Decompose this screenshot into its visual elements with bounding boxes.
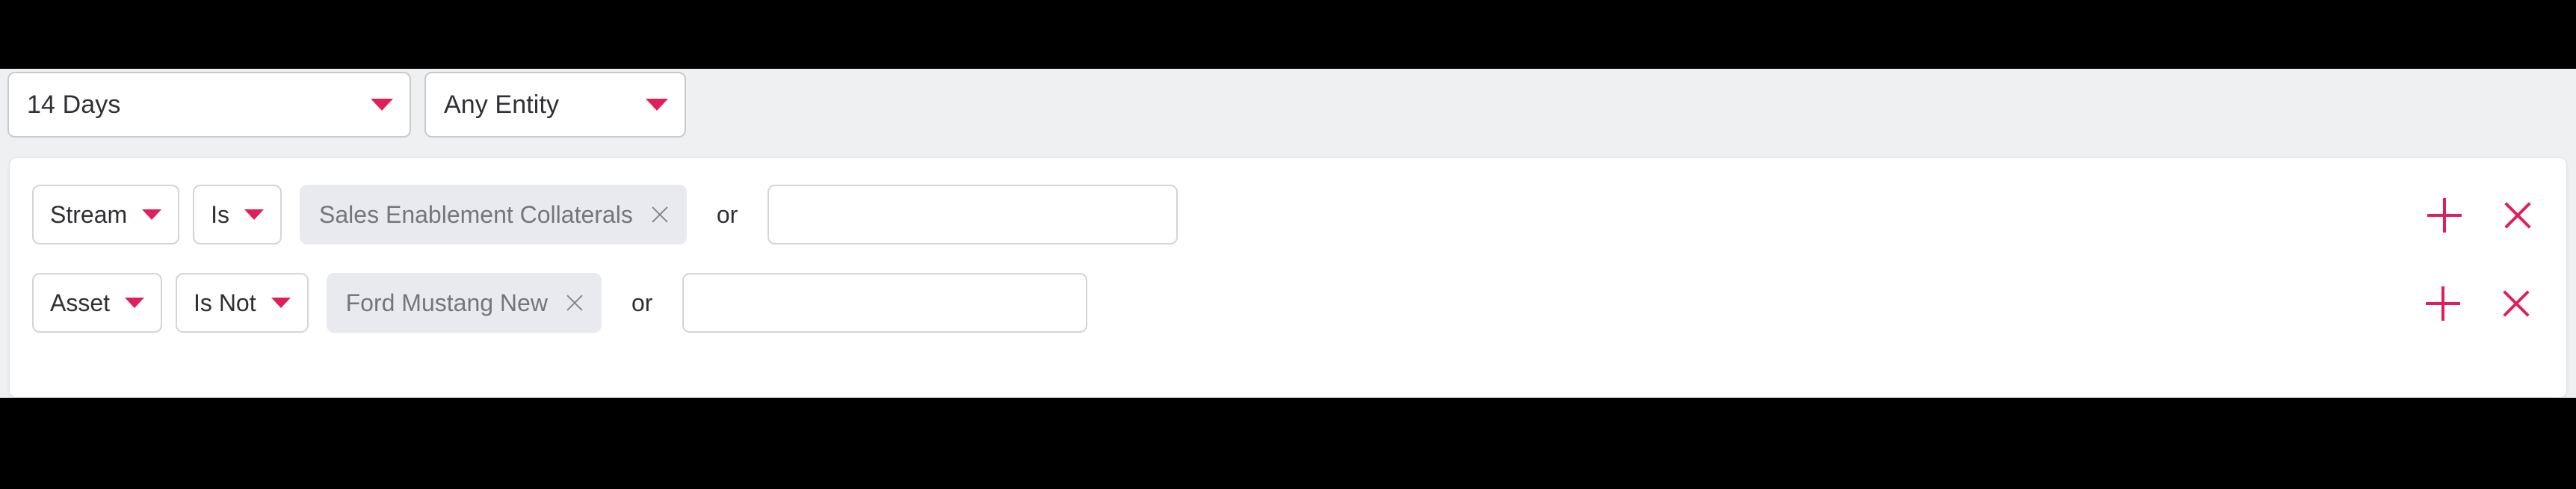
filter-operator-label: Is Not (194, 289, 256, 316)
filter-conjunction-label: or (716, 200, 738, 228)
filter-field-dropdown-stream[interactable]: Stream (32, 185, 180, 244)
filter-operator-dropdown-is[interactable]: Is (193, 185, 282, 244)
filter-value-input[interactable] (767, 185, 1179, 244)
top-filter-bar: 14 Days Any Entity (0, 69, 2576, 145)
filter-operator-dropdown-is-not[interactable]: Is Not (176, 273, 309, 333)
filter-operator-label: Is (211, 200, 230, 228)
close-icon[interactable] (649, 204, 670, 225)
filter-row: Asset Is Not Ford Mustang New or (10, 267, 2568, 339)
filter-row-actions (2427, 198, 2535, 233)
filter-value-input[interactable] (682, 273, 1088, 333)
remove-filter-row-button[interactable] (2501, 198, 2535, 233)
chevron-down-icon (646, 99, 668, 111)
chevron-down-icon (371, 99, 393, 111)
chevron-down-icon (125, 298, 145, 308)
filter-value-chip-label: Sales Enablement Collaterals (319, 200, 633, 228)
add-filter-row-button[interactable] (2426, 286, 2460, 321)
top-black-bar (0, 0, 2576, 69)
app-root: 14 Days Any Entity Stream Is Sales Enabl… (0, 0, 2576, 489)
date-range-dropdown[interactable]: 14 Days (7, 72, 411, 138)
close-icon[interactable] (564, 292, 585, 313)
filter-builder-card: Stream Is Sales Enablement Collaterals o… (9, 157, 2567, 398)
filter-value-chip[interactable]: Sales Enablement Collaterals (300, 185, 687, 244)
add-filter-row-button[interactable] (2427, 198, 2462, 233)
filter-value-chip[interactable]: Ford Mustang New (326, 273, 602, 333)
chevron-down-icon (244, 209, 265, 220)
filter-row-actions (2426, 286, 2533, 321)
page-body: 14 Days Any Entity Stream Is Sales Enabl… (0, 69, 2576, 398)
filter-field-label: Stream (50, 200, 128, 228)
filter-conjunction-label: or (631, 289, 653, 316)
filter-value-chip-label: Ford Mustang New (345, 289, 548, 316)
remove-filter-row-button[interactable] (2499, 286, 2533, 321)
filter-row: Stream Is Sales Enablement Collaterals o… (10, 179, 2568, 250)
filter-field-dropdown-asset[interactable]: Asset (32, 273, 163, 333)
chevron-down-icon (271, 298, 291, 308)
bottom-black-bar (0, 398, 2576, 489)
chevron-down-icon (142, 209, 162, 220)
date-range-caret-wrap (371, 99, 393, 111)
entity-dropdown-label: Any Entity (444, 90, 560, 119)
filter-field-label: Asset (50, 289, 111, 316)
entity-caret-wrap (646, 99, 668, 111)
date-range-dropdown-label: 14 Days (27, 90, 121, 119)
entity-dropdown[interactable]: Any Entity (424, 72, 686, 138)
